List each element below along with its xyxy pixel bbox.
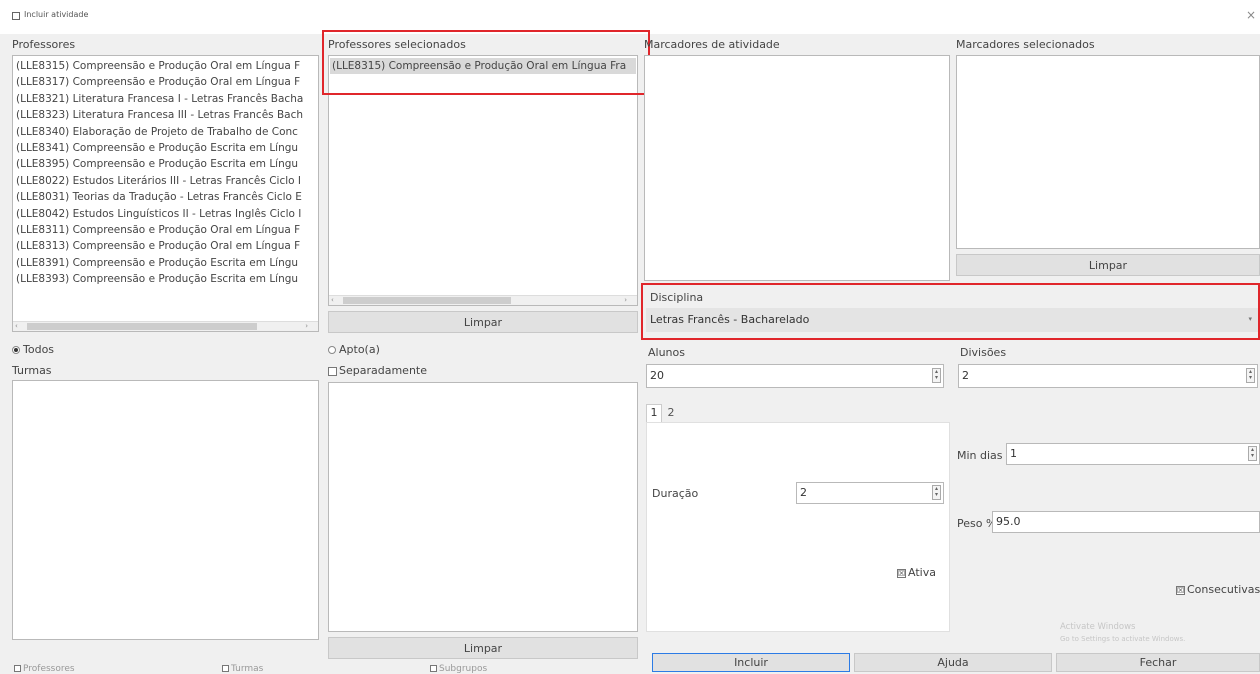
classes-list[interactable] [12,380,319,640]
min-days-value: 1 [1010,447,1017,460]
close-button[interactable]: Fechar [1056,653,1260,672]
min-days-label: Min dias [957,449,1003,462]
apt-radio[interactable]: Apto(a) [328,343,380,356]
tab-2[interactable]: 2 [664,406,678,422]
divisions-spinbox[interactable]: 2 ▴ ▾ [958,364,1258,388]
weight-field[interactable]: 95.0 [992,511,1260,533]
checkbox-icon [430,665,437,672]
bottom-check-teachers-label: Professores [23,664,75,674]
selected-tags-label: Marcadores selecionados [956,38,1095,51]
teacher-list-item[interactable]: (LLE8042) Estudos Linguísticos II - Letr… [16,206,318,222]
selected-teachers-hscrollbar[interactable]: ‹ › [329,295,637,305]
teacher-list-item[interactable]: (LLE8395) Compreensão e Produção Escrita… [16,156,318,172]
spinner-arrows-icon[interactable]: ▴ ▾ [1248,446,1257,461]
separately-checkbox[interactable]: Separadamente [328,364,427,377]
tab-2-label: 2 [667,406,675,419]
duration-value: 2 [800,486,807,499]
teacher-list-item[interactable]: (LLE8323) Literatura Francesa III - Letr… [16,107,318,123]
selected-teachers-label: Professores selecionados [328,38,466,51]
teachers-hscrollbar[interactable]: ‹ › [13,321,318,331]
radio-icon [12,346,20,354]
all-radio[interactable]: Todos [12,343,54,356]
teachers-list[interactable]: (LLE8315) Compreensão e Produção Oral em… [12,55,319,332]
checkbox-checked-icon: ☒ [897,568,906,578]
spinner-arrows-icon[interactable]: ▴ ▾ [932,485,941,500]
teacher-list-item[interactable]: (LLE8317) Compreensão e Produção Oral em… [16,74,318,90]
teacher-list-item[interactable]: (LLE8315) Compreensão e Produção Oral em… [16,58,318,74]
checkbox-checked-icon: ☒ [1176,585,1185,595]
divisions-value: 2 [962,369,969,382]
window-title: Incluir atividade [24,10,89,19]
teacher-list-item[interactable]: (LLE8313) Compreensão e Produção Oral em… [16,238,318,254]
teacher-list-item[interactable]: (LLE8022) Estudos Literários III - Letra… [16,173,318,189]
spinner-arrows-icon[interactable]: ▴ ▾ [1246,368,1255,383]
teacher-list-item[interactable]: (LLE8311) Compreensão e Produção Oral em… [16,222,318,238]
bottom-check-subgroups-label: Subgrupos [439,664,488,674]
include-button[interactable]: Incluir [652,653,850,672]
teacher-list-item[interactable]: (LLE8340) Elaboração de Projeto de Traba… [16,124,318,140]
checkbox-icon [328,366,337,376]
clear-selected-tags-button[interactable]: Limpar [956,254,1260,276]
weight-value: 95.0 [996,515,1021,528]
clear-classes-button[interactable]: Limpar [328,637,638,659]
bottom-check-teachers[interactable]: Professores [14,664,75,674]
tab-1-label: 1 [650,406,658,419]
active-label: Ativa [908,566,936,579]
teacher-list-item[interactable]: (LLE8031) Teorias da Tradução - Letras F… [16,189,318,205]
bottom-check-classes[interactable]: Turmas [222,664,263,674]
clear-selected-teachers-button[interactable]: Limpar [328,311,638,333]
selected-teacher-text: (LLE8315) Compreensão e Produção Oral em… [332,60,627,72]
active-checkbox[interactable]: ☒ Ativa [897,566,936,579]
classes-label: Turmas [12,364,52,377]
students-label: Alunos [648,346,685,359]
students-value: 20 [650,369,664,382]
watermark-line1: Activate Windows [1060,622,1136,632]
all-radio-label: Todos [23,343,55,356]
checkbox-icon [14,665,21,672]
bottom-check-subgroups[interactable]: Subgrupos [430,664,487,674]
help-button[interactable]: Ajuda [854,653,1052,672]
teacher-list-item[interactable]: (LLE8341) Compreensão e Produção Escrita… [16,140,318,156]
tab-panel [646,422,950,632]
subgroups-list[interactable] [328,382,638,632]
subject-label: Disciplina [650,291,704,304]
selected-tags-list[interactable] [956,55,1260,249]
apt-radio-label: Apto(a) [339,343,380,356]
subject-value: Letras Francês - Bacharelado [650,313,810,326]
duration-label: Duração [652,487,699,500]
watermark-line2: Go to Settings to activate Windows. [1060,635,1186,643]
activity-tags-label: Marcadores de atividade [644,38,780,51]
radio-icon [328,346,336,354]
activity-tags-list[interactable] [644,55,950,281]
selected-teachers-list[interactable]: (LLE8315) Compreensão e Produção Oral em… [328,55,638,306]
weight-label: Peso % [957,517,997,530]
teacher-list-item[interactable]: (LLE8391) Compreensão e Produção Escrita… [16,255,318,271]
tab-1[interactable]: 1 [646,404,662,423]
min-days-spinbox[interactable]: 1 ▴ ▾ [1006,443,1260,465]
duration-spinbox[interactable]: 2 ▴ ▾ [796,482,944,504]
subject-select[interactable]: Letras Francês - Bacharelado ▾ [646,308,1258,332]
teacher-list-item[interactable]: (LLE8321) Literatura Francesa I - Letras… [16,91,318,107]
activate-windows-watermark: Activate Windows Go to Settings to activ… [1060,621,1185,645]
bottom-check-classes-label: Turmas [231,664,264,674]
teacher-list-item[interactable]: (LLE8393) Compreensão e Produção Escrita… [16,271,318,287]
consecutive-checkbox[interactable]: ☒ Consecutivas [1176,583,1260,596]
title-bar: Incluir atividade × [0,0,1260,34]
app-icon [12,12,20,20]
checkbox-icon [222,665,229,672]
chevron-down-icon: ▾ [1248,315,1252,323]
divisions-label: Divisões [960,346,1007,359]
separately-label: Separadamente [339,364,427,377]
consecutive-label: Consecutivas [1187,583,1260,596]
teachers-label: Professores [12,38,76,51]
students-spinbox[interactable]: 20 ▴ ▾ [646,364,944,388]
spinner-arrows-icon[interactable]: ▴ ▾ [932,368,941,383]
close-icon[interactable]: × [1246,8,1256,22]
